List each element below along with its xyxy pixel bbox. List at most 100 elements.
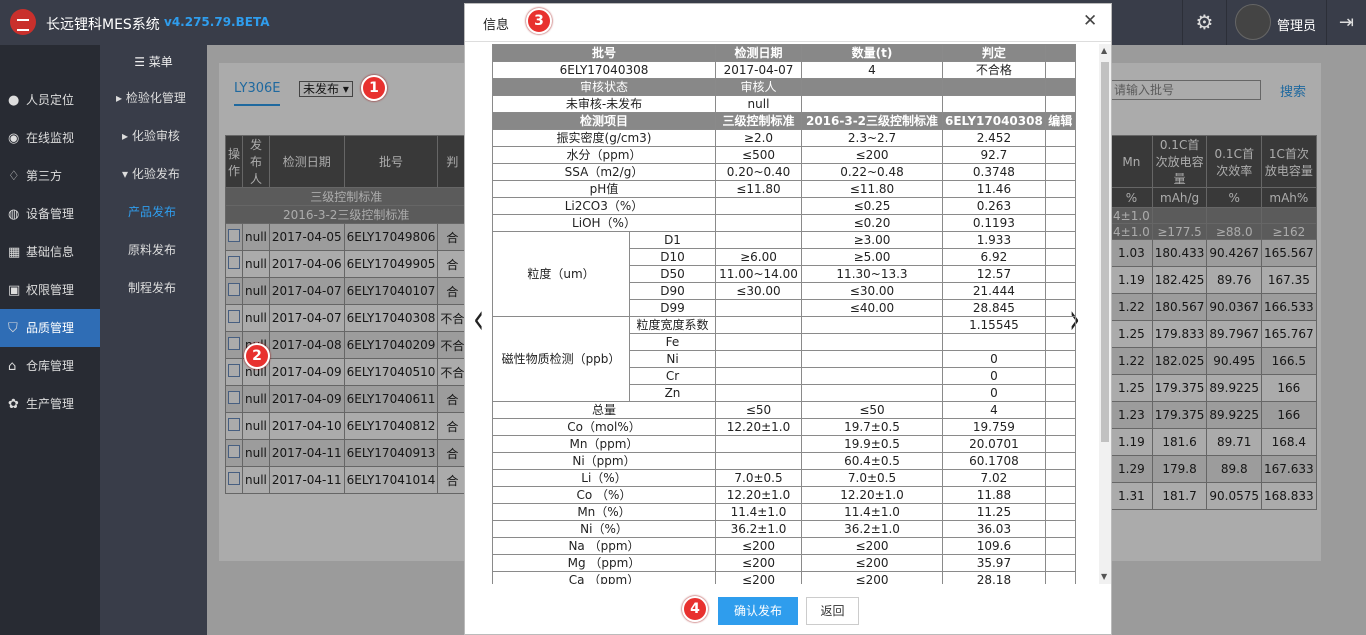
std-2016-value — [801, 350, 943, 368]
table-row: 批号 检测日期 数量(t) 判定 — [492, 44, 1076, 62]
table-cell — [1044, 554, 1076, 572]
inspection-table: 批号 检测日期 数量(t) 判定 6ELY17040308 2017-04-07 4 不合格审… — [492, 44, 1076, 584]
dialog-header: 信息 ✕ — [465, 4, 1111, 42]
sample-value: 0 — [942, 384, 1046, 402]
table-row: 检测项目 三级控制标准 2016-3-2三级控制标准 6ELY17040308 编辑 — [492, 112, 1076, 130]
table-cell — [1044, 486, 1076, 504]
table-row: 审核状态 审核人 — [492, 78, 1076, 96]
group-label: 磁性物质检测（ppb） — [492, 316, 630, 402]
sidebar-item-lock[interactable]: ▣ 权限管理 — [0, 271, 100, 309]
logout-icon[interactable]: ⇥ — [1326, 0, 1366, 45]
submenu-item-label: 化验发布 — [131, 167, 180, 181]
submenu-item-inspection[interactable]: ▸ 检验化管理 — [100, 79, 207, 117]
sidebar: ● 人员定位 ◉ 在线监视 ♢ 第三方 ◍ 设备管理 ▦ 基础信息 ▣ 权限管理 ⛉ 品质管理 ⌂ 仓库管理 ✿… — [0, 45, 100, 635]
table-cell — [1044, 231, 1076, 249]
sample-value: 0.3748 — [942, 163, 1046, 181]
sample-value: 11.25 — [942, 503, 1046, 521]
equipment-icon: ◍ — [8, 207, 20, 222]
sidebar-item-person[interactable]: ● 人员定位 — [0, 81, 100, 119]
table-cell — [1044, 418, 1076, 436]
submenu-header[interactable]: ☰ 菜单 — [100, 45, 207, 79]
confirm-publish-button[interactable]: 确认发布 — [718, 597, 798, 625]
table-row: Mn（ppm） 19.9±0.5 20.0701 — [492, 435, 1076, 453]
sidebar-item-basic-info[interactable]: ▦ 基础信息 — [0, 233, 100, 271]
sample-value: 36.03 — [942, 520, 1046, 538]
table-cell — [1044, 282, 1076, 300]
submenu-item-audit[interactable]: ▸ 化验审核 — [100, 117, 207, 155]
scrollbar-thumb[interactable] — [1101, 62, 1109, 442]
submenu-item-label: 原料发布 — [128, 243, 177, 257]
table-row: SSA（m2/g） 0.20~0.40 0.22~0.48 0.3748 — [492, 163, 1076, 181]
table-cell — [1044, 367, 1076, 385]
table-row: Li（%） 7.0±0.5 7.0±0.5 7.02 — [492, 469, 1076, 487]
sample-value: 0 — [942, 350, 1046, 368]
lock-icon: ▣ — [8, 283, 21, 298]
back-button[interactable]: 返回 — [806, 597, 859, 625]
scroll-up-icon[interactable]: ▲ — [1101, 46, 1107, 55]
sample-value: 1.933 — [942, 231, 1046, 249]
sample-value: 21.444 — [942, 282, 1046, 300]
close-icon[interactable]: ✕ — [1083, 11, 1097, 31]
settings-gear-icon[interactable]: ⚙ — [1182, 0, 1226, 45]
basic-info-icon: ▦ — [8, 245, 21, 260]
header-audit-status: 审核状态 — [492, 78, 716, 96]
submenu-item-label: 制程发布 — [128, 281, 177, 295]
sidebar-item-warehouse[interactable]: ⌂ 仓库管理 — [0, 347, 100, 385]
sidebar-item-equipment[interactable]: ◍ 设备管理 — [0, 195, 100, 233]
table-cell — [1044, 214, 1076, 232]
item-name: D99 — [629, 299, 716, 317]
scroll-down-icon[interactable]: ▼ — [1101, 572, 1107, 581]
info-date: 2017-04-07 — [715, 61, 802, 79]
std-value: ≤500 — [715, 146, 802, 164]
table-row: Li2CO3（%） ≤0.25 0.263 — [492, 197, 1076, 215]
submenu-item-product-publish[interactable]: 产品发布 — [100, 193, 207, 231]
table-cell — [1044, 95, 1076, 113]
std-value — [715, 435, 802, 453]
prev-arrow-icon[interactable]: ‹ — [473, 294, 484, 344]
warehouse-icon: ⌂ — [8, 359, 17, 374]
dialog-scroll-area[interactable]: 批号 检测日期 数量(t) 判定 6ELY17040308 2017-04-07 4 不合格审… — [492, 44, 1111, 584]
table-cell — [1044, 537, 1076, 555]
std-value: 36.2±1.0 — [715, 520, 802, 538]
std-2016-value: ≤200 — [801, 537, 943, 555]
dialog-title: 信息 — [483, 18, 510, 33]
item-name: 水分（ppm） — [492, 146, 716, 164]
sidebar-item-shield[interactable]: ⛉ 品质管理 — [0, 309, 100, 347]
sidebar-item-production[interactable]: ✿ 生产管理 — [0, 385, 100, 423]
item-name: Ni（%） — [492, 520, 716, 538]
sample-value: 0.1193 — [942, 214, 1046, 232]
table-cell — [1044, 469, 1076, 487]
header-batch: 批号 — [492, 44, 716, 62]
std-2016-value — [801, 333, 943, 351]
table-row: 粒度（um） D1 ≥3.00 1.933 — [492, 231, 1076, 317]
table-row: Ca （ppm） ≤200 ≤200 28.18 — [492, 571, 1076, 584]
item-name: Li（%） — [492, 469, 716, 487]
submenu-item-process-publish[interactable]: 制程发布 — [100, 269, 207, 307]
sidebar-item-handshake[interactable]: ♢ 第三方 — [0, 157, 100, 195]
std-value: ≥6.00 — [715, 248, 802, 266]
table-row: Mn（%） 11.4±1.0 11.4±1.0 11.25 — [492, 503, 1076, 521]
sample-value: 92.7 — [942, 146, 1046, 164]
table-cell — [1044, 163, 1076, 181]
std-value — [715, 452, 802, 470]
table-cell — [1044, 248, 1076, 266]
std-2016-value: ≥3.00 — [801, 231, 943, 249]
table-cell — [1044, 571, 1076, 584]
std-2016-value — [801, 367, 943, 385]
table-cell — [801, 95, 943, 113]
submenu-item-material-publish[interactable]: 原料发布 — [100, 231, 207, 269]
person-icon: ● — [8, 93, 20, 108]
submenu-item-publish[interactable]: ▾ 化验发布 — [100, 155, 207, 193]
std-value: 11.4±1.0 — [715, 503, 802, 521]
sample-value: 35.97 — [942, 554, 1046, 572]
user-menu[interactable]: 管理员 — [1226, 0, 1326, 45]
std-value — [715, 384, 802, 402]
std-2016-value: 7.0±0.5 — [801, 469, 943, 487]
sidebar-item-monitor[interactable]: ◉ 在线监视 — [0, 119, 100, 157]
sidebar-item-label: 仓库管理 — [26, 359, 75, 373]
std-2016-value: ≤0.25 — [801, 197, 943, 215]
table-cell — [1044, 197, 1076, 215]
std-2016-value: ≤200 — [801, 571, 943, 584]
std-2016-value: ≤0.20 — [801, 214, 943, 232]
table-cell — [1044, 350, 1076, 368]
